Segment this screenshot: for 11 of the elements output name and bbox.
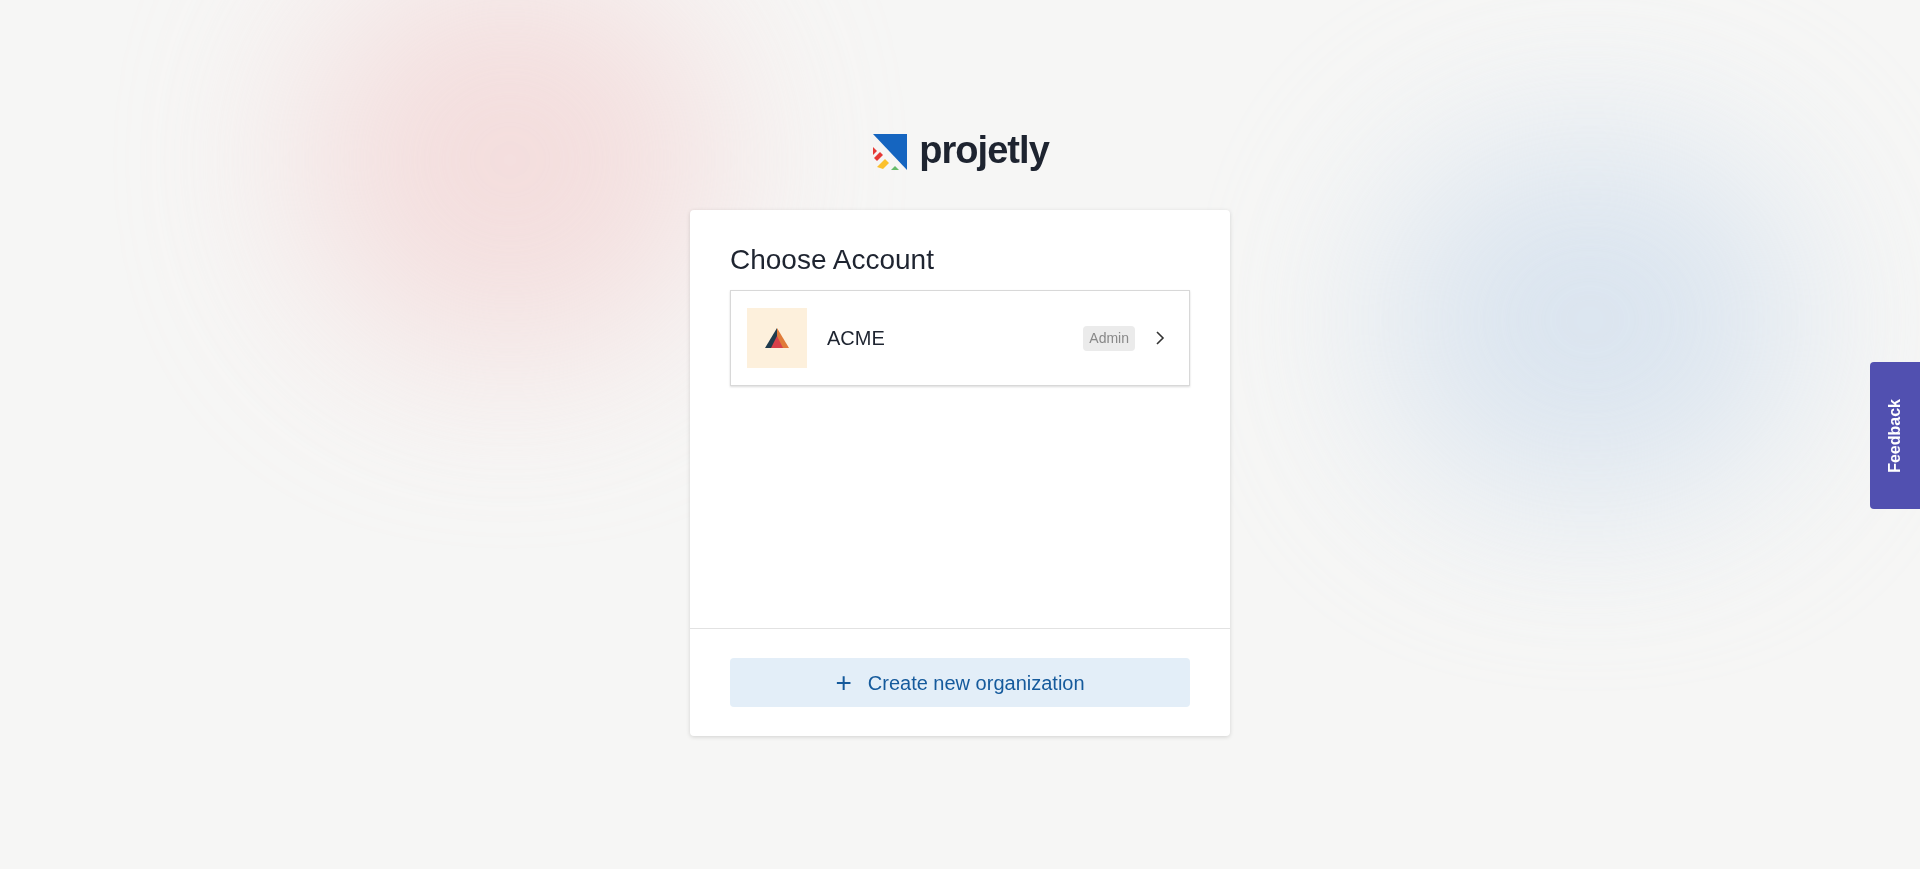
logo-icon bbox=[871, 134, 908, 170]
create-organization-button[interactable]: + Create new organization bbox=[730, 658, 1190, 707]
pyramid-icon bbox=[765, 328, 789, 348]
card-title: Choose Account bbox=[730, 246, 935, 274]
account-item[interactable]: ACME Admin bbox=[730, 290, 1190, 386]
logo-text: projetly bbox=[919, 131, 1049, 173]
chevron-right-icon bbox=[1155, 330, 1165, 346]
feedback-tab[interactable]: Feedback bbox=[1870, 362, 1920, 509]
plus-icon: + bbox=[835, 668, 852, 697]
account-name: ACME bbox=[827, 326, 886, 351]
role-badge: Admin bbox=[1083, 325, 1135, 351]
